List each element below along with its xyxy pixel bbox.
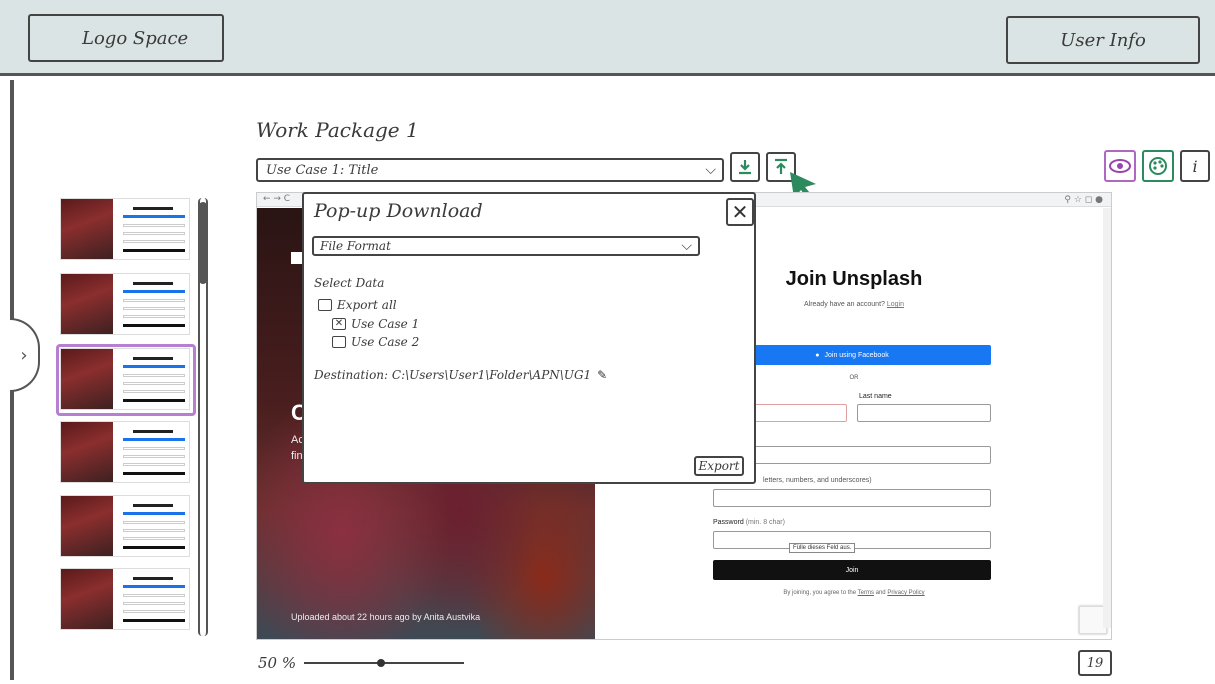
thumbnail[interactable] [60, 198, 190, 260]
info-icon: i [1192, 156, 1198, 176]
user-info-text: User Info [1060, 29, 1146, 51]
theme-button[interactable] [1142, 150, 1174, 182]
zoom-level: 50 % [258, 654, 297, 672]
checkbox-row-use-case-1[interactable]: ✕ Use Case 1 [332, 317, 419, 331]
page-title: Work Package 1 [256, 118, 419, 142]
export-button[interactable]: Export [694, 456, 744, 476]
close-button[interactable]: ✕ [726, 198, 754, 226]
browser-extension-icons: ⚲ ☆ ◻ ● [1064, 195, 1103, 205]
top-bar: Logo Space User Info [0, 0, 1215, 76]
username-field[interactable] [713, 489, 991, 507]
username-hint: letters, numbers, and underscores) [763, 477, 872, 484]
facebook-icon: ● [815, 351, 820, 359]
eye-icon [1109, 159, 1131, 173]
photo-credit: Uploaded about 22 hours ago by Anita Aus… [291, 612, 481, 622]
browser-nav-icons: ← → C [263, 194, 291, 204]
close-icon: ✕ [731, 200, 749, 224]
download-popup: Pop-up Download ✕ File Format ⌵ Select D… [302, 192, 756, 484]
join-button[interactable]: Join [713, 560, 991, 580]
palette-icon [1149, 157, 1167, 175]
chevron-down-icon: ⌵ [705, 162, 716, 178]
page-number[interactable]: 19 [1078, 650, 1112, 676]
preview-button[interactable] [1104, 150, 1136, 182]
file-format-select[interactable]: File Format ⌵ [312, 236, 700, 256]
download-icon [739, 160, 751, 175]
thumbnail[interactable] [60, 568, 190, 630]
pencil-icon[interactable]: ✎ [597, 368, 607, 382]
checkbox-row-use-case-2[interactable]: Use Case 2 [332, 335, 419, 349]
privacy-link[interactable]: Privacy Policy [887, 590, 924, 596]
terms-link[interactable]: Terms [858, 590, 874, 596]
file-format-label: File Format [320, 239, 391, 253]
download-button[interactable] [730, 152, 760, 182]
zoom-slider-handle[interactable] [377, 659, 385, 667]
thumbnail[interactable] [60, 495, 190, 557]
checkbox-label: Use Case 1 [351, 317, 420, 331]
user-info[interactable]: User Info [1006, 16, 1200, 64]
checkbox-use-case-2[interactable] [332, 336, 346, 348]
checkbox-row-export-all[interactable]: Export all [318, 298, 397, 312]
use-case-selected-label: Use Case 1: Title [266, 162, 379, 178]
popup-title: Pop-up Download [314, 200, 483, 222]
photo-subtext: fin [291, 450, 303, 462]
checkbox-export-all[interactable] [318, 299, 332, 311]
thumbnail-selection-frame [56, 344, 196, 416]
thumbnail-scrollbar-thumb[interactable] [199, 202, 207, 284]
sidebar-toggle-button[interactable]: › [10, 318, 40, 392]
thumbnail[interactable] [60, 421, 190, 483]
last-name-label: Last name [859, 393, 892, 400]
logo-text: Logo Space [82, 27, 189, 49]
terms-text: By joining, you agree to the Terms and P… [783, 590, 925, 596]
validation-tooltip: Fülle dieses Feld aus. [789, 543, 856, 553]
chevron-right-icon: › [20, 344, 28, 366]
checkbox-use-case-1[interactable]: ✕ [332, 318, 346, 330]
logo-space[interactable]: Logo Space [28, 14, 224, 62]
select-data-label: Select Data [314, 276, 385, 290]
chevron-down-icon: ⌵ [681, 238, 692, 254]
use-case-select[interactable]: Use Case 1: Title ⌵ [256, 158, 724, 182]
last-name-field[interactable] [857, 404, 991, 422]
password-label: Password (min. 8 char) [713, 519, 785, 526]
destination-path: Destination: C:\Users\User1\Folder\APN\U… [314, 368, 608, 382]
info-button[interactable]: i [1180, 150, 1210, 182]
checkbox-label: Export all [337, 298, 397, 312]
checkbox-label: Use Case 2 [351, 335, 420, 349]
preview-scrollbar[interactable] [1103, 208, 1111, 628]
thumbnail[interactable] [60, 273, 190, 335]
login-link[interactable]: Login [887, 301, 904, 308]
